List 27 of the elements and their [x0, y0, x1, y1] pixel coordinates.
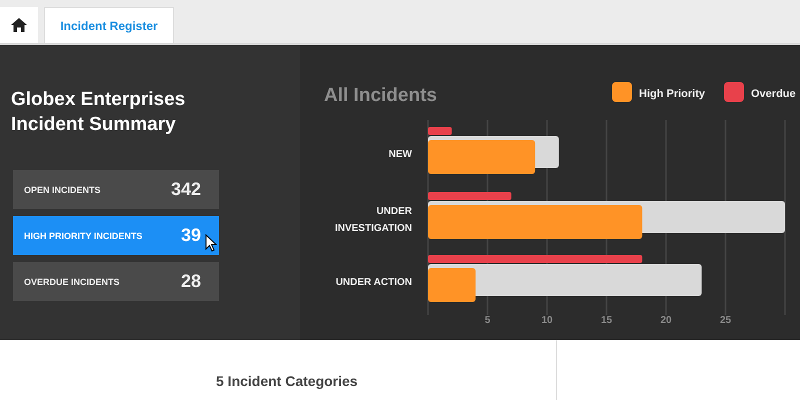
axis-tick-label: 10 — [541, 315, 553, 326]
chart-title: All Incidents — [324, 85, 437, 106]
summary-title: Globex Enterprises Incident Summary — [11, 88, 186, 137]
axis-tick-label: 5 — [484, 315, 490, 326]
incident-register-tab[interactable]: Incident Register — [44, 7, 174, 43]
legend-label: Overdue — [751, 88, 796, 100]
legend-label: High Priority — [639, 88, 706, 100]
stat-count: 28 — [180, 271, 201, 292]
home-tab[interactable] — [0, 7, 38, 43]
legend-item: High Priority — [612, 82, 706, 102]
legend-item: Overdue — [724, 82, 796, 102]
stat-label: HIGH PRIORITY INCIDENTS — [24, 230, 142, 240]
stat-label: OVERDUE INCIDENTS — [24, 276, 120, 286]
footer-caption: 5 Incident Categories — [216, 373, 358, 391]
category-label: NEW — [388, 149, 412, 160]
stat-count: 39 — [180, 225, 201, 246]
axis-tick-label: 15 — [600, 315, 612, 326]
stat-label: OPEN INCIDENTS — [24, 184, 101, 194]
cursor-icon — [205, 234, 217, 252]
category-label: UNDER INVESTIGATION — [334, 206, 412, 234]
stat-card[interactable]: OPEN INCIDENTS 342 — [13, 170, 219, 209]
stat-count: 342 — [170, 179, 201, 200]
axis-tick-label: 25 — [720, 315, 732, 326]
stat-card[interactable]: OVERDUE INCIDENTS 28 — [13, 262, 219, 301]
category-label: UNDER ACTION — [336, 277, 412, 288]
home-icon — [11, 18, 27, 32]
axis-tick-label: 20 — [660, 315, 672, 326]
